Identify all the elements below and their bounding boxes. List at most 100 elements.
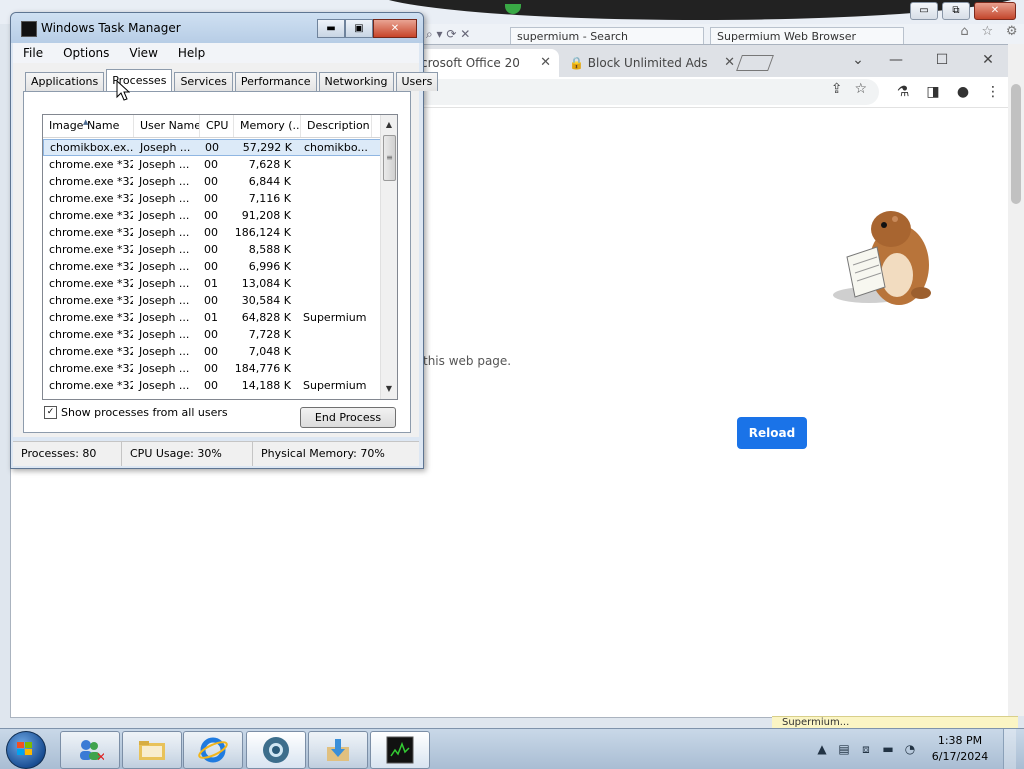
process-user-name: Joseph ... [139,311,190,324]
process-image-name: chrome.exe *32 [49,209,133,222]
remote-icon[interactable]: ⧈ [859,742,873,756]
ie-nav-icons[interactable]: ⌕ ▾ ⟳ ✕ [426,27,470,42]
tools-icon[interactable]: ⚙ [1006,24,1018,46]
bookmark-star-icon[interactable]: ☆ [854,81,867,97]
process-memory: 7,048 K [248,345,291,358]
tab-applications[interactable]: Applications [25,72,105,91]
tab-services[interactable]: Services [174,72,233,91]
menu-options[interactable]: Options [53,43,119,63]
show-all-users[interactable]: ✓ Show processes from all users [44,406,228,419]
taskbar-ie-button[interactable] [183,731,243,769]
process-row[interactable]: chrome.exe *32 Joseph ... 00 30,584 K [43,292,381,309]
browser-minimize-button[interactable]: — [873,45,919,75]
taskbar-users-button[interactable]: ✕ [60,731,120,769]
process-row[interactable]: chrome.exe *32 Joseph ... 00 7,048 K [43,343,381,360]
column-description[interactable]: Description [301,115,372,137]
scroll-down-icon[interactable]: ▼ [381,381,397,397]
hamster-illustration [833,211,931,305]
start-button[interactable] [6,731,46,769]
column-cpu[interactable]: CPU [200,115,234,137]
process-row[interactable]: chrome.exe *32 Joseph ... 00 184,776 K [43,360,381,377]
process-cpu: 00 [204,243,218,256]
process-list-scrollbar[interactable]: ▲ ≡ ▼ [380,115,397,399]
process-image-name: chrome.exe *32 [49,260,133,273]
menu-view[interactable]: View [119,43,167,63]
clock-time: 1:38 PM [937,734,983,747]
close-tab-icon[interactable]: ✕ [724,49,735,77]
clock-date: 6/17/2024 [931,750,989,763]
minimize-button[interactable]: ▬ [317,19,345,38]
device-icon[interactable]: ▤ [837,742,851,756]
show-all-checkbox[interactable]: ✓ [44,406,57,419]
tab-users[interactable]: Users [395,72,439,91]
process-row[interactable]: chrome.exe *32 Joseph ... 00 186,124 K [43,224,381,241]
browser-tab-block-ads[interactable]: 🔒 Block Unlimited Ads ✕ [559,49,743,77]
share-icon[interactable]: ⇪ [831,81,843,97]
scrollbar-thumb[interactable]: ≡ [383,135,396,181]
ie-close-button[interactable]: ✕ [974,2,1016,20]
menu-icon[interactable]: ⋮ [983,81,1003,103]
process-row[interactable]: chrome.exe *32 Joseph ... 00 91,208 K [43,207,381,224]
taskbar-task-manager-button[interactable] [370,731,430,769]
taskbar-browser-button[interactable] [246,731,306,769]
scroll-up-icon[interactable]: ▲ [381,117,397,133]
process-user-name: Joseph ... [139,345,190,358]
side-panel-icon[interactable]: ◨ [923,81,943,103]
favorites-icon[interactable]: ☆ [981,24,993,46]
taskbar-download-button[interactable] [308,731,368,769]
ie-restore-button[interactable]: ⧉ [942,2,970,20]
network-icon[interactable]: ◔ [903,742,917,756]
process-row[interactable]: chrome.exe *32 Joseph ... 00 7,728 K [43,326,381,343]
maximize-button[interactable]: ▣ [345,19,373,38]
process-cpu: 00 [204,158,218,171]
extensions-icon[interactable]: ⚗ [893,81,913,103]
page-scrollbar[interactable] [1008,44,1024,716]
end-process-button[interactable]: End Process [300,407,396,428]
process-description: chomikbo... [304,141,368,154]
process-row[interactable]: chrome.exe *32 Joseph ... 01 64,828 K Superm… [43,309,381,326]
process-row[interactable]: chrome.exe *32 Joseph ... 01 13,084 K [43,275,381,292]
reload-button[interactable]: Reload [737,417,807,449]
column-image-name[interactable]: ▲ Image Name [43,115,134,137]
process-memory: 30,584 K [241,294,291,307]
ie-minimize-button[interactable]: ▭ [910,2,938,20]
close-tab-icon[interactable]: ✕ [540,49,551,77]
browser-maximize-button[interactable]: ☐ [919,45,965,75]
browser-close-button[interactable]: ✕ [965,45,1011,75]
toolbar-icons: ⚗ ◨ ● ⋮ [893,81,1003,103]
clock[interactable]: 1:38 PM 6/17/2024 [925,733,995,765]
menu-help[interactable]: Help [168,43,215,63]
menu-file[interactable]: File [13,43,53,63]
task-manager-body: Applications Processes Services Performa… [13,63,439,437]
task-manager-titlebar[interactable]: Windows Task Manager ▬ ▣ ✕ [11,13,423,43]
task-manager-icon [21,21,37,37]
process-row[interactable]: chomikbox.ex... Joseph ... 00 57,292 K chomi… [43,139,381,156]
process-memory: 13,084 K [241,277,291,290]
monitor-icon[interactable]: ▬ [881,742,895,756]
new-tab-button[interactable] [736,55,774,71]
process-row[interactable]: chrome.exe *32 Joseph ... 00 6,996 K [43,258,381,275]
process-row[interactable]: chrome.exe *32 Joseph ... 00 8,588 K [43,241,381,258]
process-memory: 7,728 K [248,328,291,341]
process-row[interactable]: chrome.exe *32 Joseph ... 00 7,628 K [43,156,381,173]
profile-icon[interactable]: ● [953,81,973,103]
show-hidden-icons-icon[interactable]: ▲ [815,742,829,756]
scrollbar-thumb[interactable] [1011,84,1021,204]
taskbar-explorer-button[interactable] [122,731,182,769]
process-row[interactable]: chrome.exe *32 Joseph ... 00 7,116 K [43,190,381,207]
close-button[interactable]: ✕ [373,19,417,38]
status-physical-memory: Physical Memory: 70% [261,447,385,460]
process-description: Supermium [303,379,367,392]
home-icon[interactable]: ⌂ [960,24,968,46]
column-user-name[interactable]: User Name [134,115,200,137]
process-row[interactable]: chrome.exe *32 Joseph ... 00 14,188 K Superm… [43,377,381,394]
chevron-down-icon[interactable]: ⌄ [843,45,873,75]
process-user-name: Joseph ... [139,243,190,256]
column-memory[interactable]: Memory (... [234,115,301,137]
process-cpu: 00 [204,362,218,375]
tab-networking[interactable]: Networking [318,72,394,91]
task-manager-icon [386,736,414,764]
tab-performance[interactable]: Performance [234,72,317,91]
process-row[interactable]: chrome.exe *32 Joseph ... 00 6,844 K [43,173,381,190]
show-desktop-button[interactable] [1003,729,1016,769]
